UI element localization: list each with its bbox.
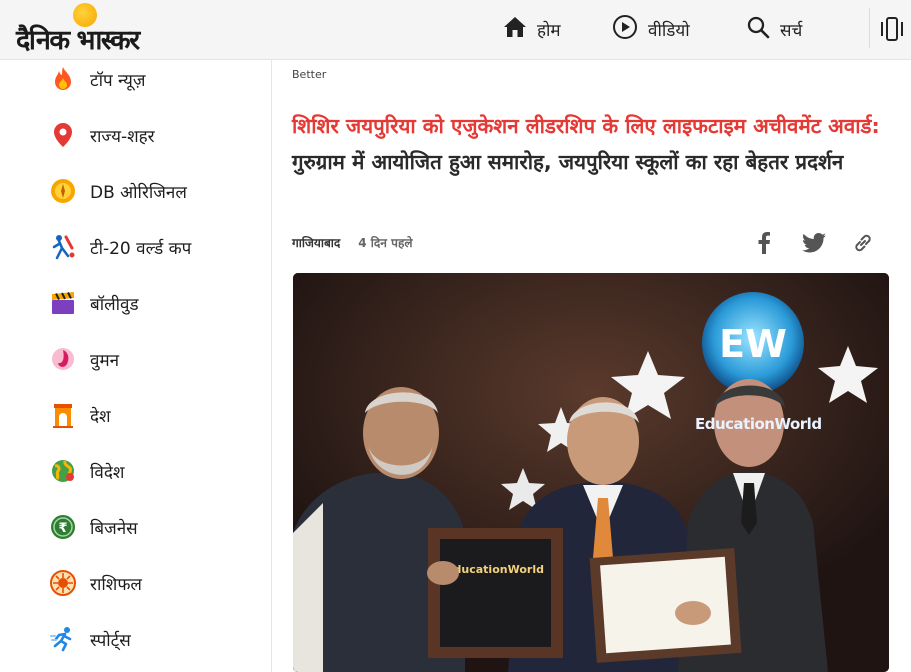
nav-video-label: वीडियो xyxy=(648,20,690,41)
award-ceremony-illustration: EW EducationWorld xyxy=(293,273,889,672)
top-header: दैनिक भास्कर होम वीडियो सर्च xyxy=(0,0,911,60)
dainik-bhaskar-logo[interactable]: दैनिक भास्कर xyxy=(16,2,161,56)
article-photo[interactable]: EW EducationWorld EducationWorld xyxy=(293,273,889,672)
sidebar-item-bollywood[interactable]: बॉलीवुड xyxy=(50,285,139,321)
sidebar-item-state-city[interactable]: राज्य-शहर xyxy=(50,117,155,153)
sidebar-item-db-original[interactable]: DB ओरिजिनल xyxy=(50,173,187,209)
sidebar-item-woman[interactable]: वुमन xyxy=(50,341,119,377)
sidebar-item-country[interactable]: देश xyxy=(50,397,111,433)
sidebar-item-horoscope[interactable]: राशिफल xyxy=(50,565,142,601)
headline-rest: गुरुग्राम में आयोजित हुआ समारोह, जयपुरिय… xyxy=(292,150,844,174)
rupee-icon: ₹ xyxy=(50,514,76,540)
sidebar-item-label: राज्य-शहर xyxy=(90,126,155,147)
db-original-icon xyxy=(50,178,76,204)
article-meta: गाजियाबाद 4 दिन पहले xyxy=(292,234,412,251)
sidebar-item-label: टॉप न्यूज़ xyxy=(90,70,146,91)
sidebar-item-label: टी-20 वर्ल्ड कप xyxy=(90,238,192,259)
nav-search-label: सर्च xyxy=(780,20,803,41)
svg-text:EducationWorld: EducationWorld xyxy=(446,563,544,576)
play-icon xyxy=(612,14,638,44)
flame-icon xyxy=(50,66,76,92)
globe-icon xyxy=(50,458,76,484)
svg-text:₹: ₹ xyxy=(58,521,67,536)
twitter-icon[interactable] xyxy=(801,230,827,256)
cricket-icon xyxy=(50,234,76,260)
sidebar-item-sports[interactable]: स्पोर्ट्स xyxy=(50,621,131,657)
search-icon xyxy=(746,15,770,43)
zodiac-icon xyxy=(50,570,76,596)
photo-brand-text: EducationWorld xyxy=(695,415,822,433)
clapperboard-icon xyxy=(50,290,76,316)
header-divider xyxy=(869,8,870,48)
sidebar-item-label: देश xyxy=(90,406,111,427)
sidebar-item-t20-world-cup[interactable]: टी-20 वर्ल्ड कप xyxy=(50,229,191,265)
india-gate-icon xyxy=(50,402,76,428)
home-icon xyxy=(503,15,527,43)
svg-text:EW: EW xyxy=(719,322,787,366)
nav-video[interactable]: वीडियो xyxy=(612,0,690,58)
sidebar-item-label: विदेश xyxy=(90,462,125,483)
article-headline[interactable]: शिशिर जयपुरिया को एजुकेशन लीडरशिप के लिए… xyxy=(292,108,892,180)
headline-highlight: शिशिर जयपुरिया को एजुकेशन लीडरशिप के लिए… xyxy=(292,114,880,138)
sidebar-item-label: बॉलीवुड xyxy=(90,294,139,315)
logo-text: दैनिक भास्कर xyxy=(16,25,140,56)
sidebar-item-business[interactable]: ₹ बिजनेस xyxy=(50,509,138,545)
sidebar: टॉप न्यूज़ राज्य-शहर DB ओरिजिनल टी-20 वर… xyxy=(0,60,272,672)
nav-home-label: होम xyxy=(537,20,561,41)
location-pin-icon xyxy=(50,122,76,148)
woman-icon xyxy=(50,346,76,372)
sidebar-item-label: स्पोर्ट्स xyxy=(90,630,131,651)
article-time: 4 दिन पहले xyxy=(358,236,413,250)
sidebar-item-abroad[interactable]: विदेश xyxy=(50,453,124,489)
sidebar-item-label: राशिफल xyxy=(90,574,142,595)
sidebar-item-label: वुमन xyxy=(90,350,120,371)
nav-home[interactable]: होम xyxy=(503,0,561,58)
link-icon[interactable] xyxy=(850,230,876,256)
facebook-icon[interactable] xyxy=(751,230,777,256)
sidebar-item-label: DB ओरिजिनल xyxy=(90,182,187,203)
sidebar-item-label: बिजनेस xyxy=(90,518,138,539)
device-menu-icon[interactable] xyxy=(879,16,905,46)
article-area: Better शिशिर जयपुरिया को एजुकेशन लीडरशिप… xyxy=(272,60,911,672)
article-category[interactable]: Better xyxy=(292,68,326,81)
article-location[interactable]: गाजियाबाद xyxy=(292,234,340,251)
sidebar-item-top-news[interactable]: टॉप न्यूज़ xyxy=(50,61,146,97)
runner-icon xyxy=(50,626,76,652)
nav-search[interactable]: सर्च xyxy=(746,0,802,58)
